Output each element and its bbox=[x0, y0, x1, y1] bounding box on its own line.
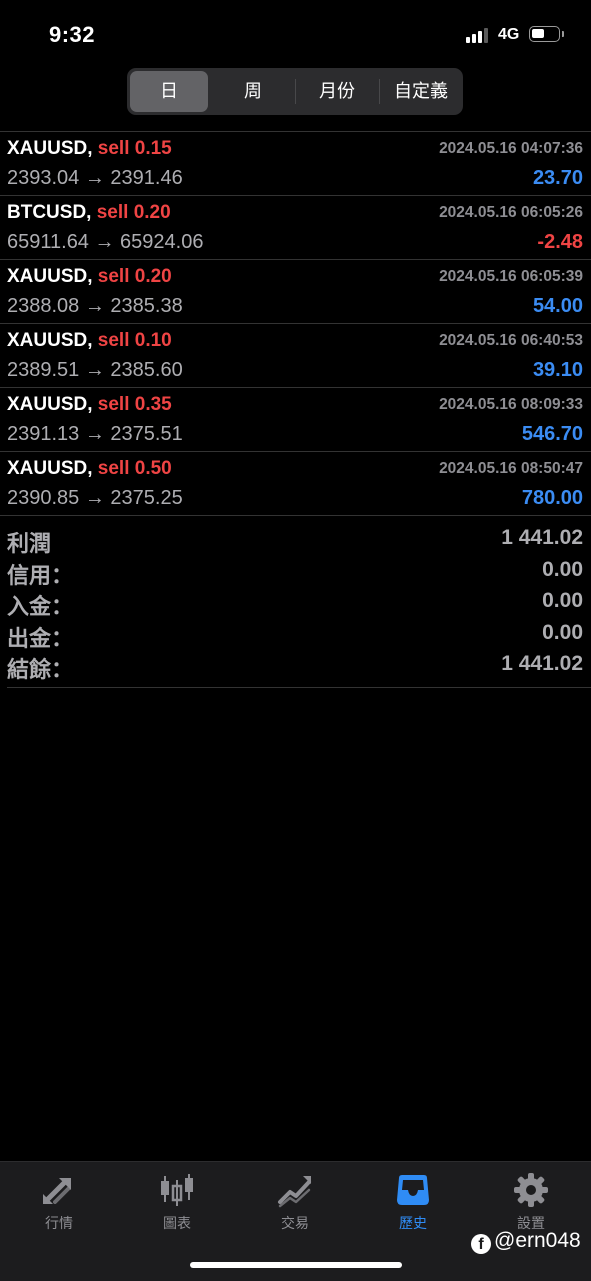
tab-label: 歷史 bbox=[399, 1215, 427, 1231]
status-time: 9:32 bbox=[49, 22, 96, 47]
summary-value: 0.00 bbox=[542, 620, 583, 644]
battery-icon bbox=[529, 26, 560, 42]
segment-divider bbox=[379, 79, 380, 104]
trade-prices: 2389.51 → 2385.60 bbox=[7, 359, 183, 381]
trade-datetime: 2024.05.16 08:50:47 bbox=[439, 460, 583, 477]
trade-symbol: BTCUSD, bbox=[7, 202, 92, 223]
trade-trend-icon bbox=[278, 1176, 311, 1208]
trade-symbol: XAUUSD, bbox=[7, 266, 93, 287]
trade-profit: 546.70 bbox=[521, 423, 583, 445]
summary-credit-row: 信用： 0.00 bbox=[0, 556, 591, 588]
trade-datetime: 2024.05.16 06:05:26 bbox=[439, 204, 583, 221]
tab-label: 交易 bbox=[281, 1215, 309, 1231]
trade-symbol: XAUUSD, bbox=[7, 458, 93, 479]
trade-side-volume: sell 0.35 bbox=[97, 394, 172, 415]
status-bar: 9:32 4G bbox=[0, 0, 591, 70]
tab-label: 行情 bbox=[45, 1215, 73, 1231]
home-indicator[interactable] bbox=[190, 1262, 402, 1268]
trade-side-volume: sell 0.15 bbox=[97, 138, 172, 159]
trade-side-volume: sell 0.20 bbox=[97, 266, 172, 287]
trade-prices: 2390.85 → 2375.25 bbox=[7, 487, 183, 509]
period-segmented-control: 日 周 月份 自定義 bbox=[127, 68, 463, 115]
tab-week[interactable]: 周 bbox=[214, 71, 292, 112]
tab-label: 圖表 bbox=[163, 1215, 191, 1231]
trade-row[interactable]: XAUUSD, sell 0.20 2024.05.16 06:05:39 23… bbox=[0, 260, 591, 324]
summary-label: 結餘： bbox=[7, 657, 74, 682]
summary-deposit-row: 入金： 0.00 bbox=[0, 587, 591, 619]
trade-profit: 23.70 bbox=[532, 167, 583, 189]
trade-symbol: XAUUSD, bbox=[7, 138, 93, 159]
segment-divider bbox=[295, 79, 296, 104]
trade-prices: 65911.64 → 65924.06 bbox=[7, 231, 204, 253]
trade-datetime: 2024.05.16 08:09:33 bbox=[439, 396, 583, 413]
trade-symbol: XAUUSD, bbox=[7, 394, 93, 415]
quotes-arrows-icon bbox=[43, 1178, 71, 1204]
tab-month[interactable]: 月份 bbox=[298, 71, 376, 112]
account-summary: 利潤 1 441.02 信用： 0.00 入金： 0.00 出金： 0.00 結… bbox=[0, 524, 591, 682]
tab-quotes[interactable]: 行情 bbox=[0, 1162, 118, 1242]
summary-balance-row: 結餘： 1 441.02 bbox=[0, 650, 591, 682]
trade-row[interactable]: XAUUSD, sell 0.15 2024.05.16 04:07:36 23… bbox=[0, 132, 591, 196]
trade-side-volume: sell 0.10 bbox=[97, 330, 172, 351]
watermark-handle: @ern048 bbox=[494, 1229, 581, 1252]
trade-datetime: 2024.05.16 04:07:36 bbox=[439, 140, 583, 157]
trade-prices: 2391.13 → 2375.51 bbox=[7, 423, 183, 445]
summary-label: 入金： bbox=[7, 594, 74, 619]
trade-profit: 54.00 bbox=[532, 295, 583, 317]
summary-profit-row: 利潤 1 441.02 bbox=[0, 524, 591, 556]
cellular-signal-icon bbox=[466, 27, 492, 43]
summary-value: 0.00 bbox=[542, 589, 583, 612]
summary-value: 0.00 bbox=[542, 557, 583, 581]
network-type: 4G bbox=[498, 26, 520, 43]
trade-row[interactable]: XAUUSD, sell 0.35 2024.05.16 08:09:33 23… bbox=[0, 388, 591, 452]
history-inbox-icon bbox=[397, 1175, 429, 1205]
tab-custom[interactable]: 自定義 bbox=[382, 71, 460, 112]
trade-symbol: XAUUSD, bbox=[7, 330, 93, 351]
trade-profit: 39.10 bbox=[532, 359, 583, 381]
trade-row[interactable]: XAUUSD, sell 0.50 2024.05.16 08:50:47 23… bbox=[0, 452, 591, 516]
settings-gear-icon bbox=[514, 1173, 548, 1207]
tab-history[interactable]: 歷史 bbox=[354, 1162, 472, 1242]
summary-withdrawal-row: 出金： 0.00 bbox=[0, 619, 591, 651]
trade-side-volume: sell 0.20 bbox=[96, 202, 171, 223]
trade-prices: 2393.04 → 2391.46 bbox=[7, 167, 183, 189]
trade-profit: -2.48 bbox=[537, 231, 583, 253]
summary-divider bbox=[7, 687, 591, 688]
battery-cap bbox=[562, 31, 564, 37]
summary-label: 信用： bbox=[7, 562, 74, 588]
summary-value: 1 441.02 bbox=[501, 526, 583, 549]
summary-value: 1 441.02 bbox=[501, 652, 583, 675]
tab-trade[interactable]: 交易 bbox=[236, 1162, 354, 1242]
trade-history-list: XAUUSD, sell 0.15 2024.05.16 04:07:36 23… bbox=[0, 131, 591, 516]
summary-label: 利潤 bbox=[7, 531, 52, 556]
trade-row[interactable]: BTCUSD, sell 0.20 2024.05.16 06:05:26 65… bbox=[0, 196, 591, 260]
watermark: f @ern048 bbox=[471, 1229, 581, 1254]
trade-side-volume: sell 0.50 bbox=[97, 458, 172, 479]
summary-label: 出金： bbox=[7, 625, 74, 651]
facebook-icon: f bbox=[471, 1234, 491, 1254]
candlestick-chart-icon bbox=[161, 1174, 193, 1206]
tab-day[interactable]: 日 bbox=[130, 71, 208, 112]
trade-datetime: 2024.05.16 06:40:53 bbox=[439, 332, 583, 349]
trade-row[interactable]: XAUUSD, sell 0.10 2024.05.16 06:40:53 23… bbox=[0, 324, 591, 388]
trade-datetime: 2024.05.16 06:05:39 bbox=[439, 268, 583, 285]
tab-charts[interactable]: 圖表 bbox=[118, 1162, 236, 1242]
trade-prices: 2388.08 → 2385.38 bbox=[7, 295, 183, 317]
trade-profit: 780.00 bbox=[521, 487, 583, 509]
